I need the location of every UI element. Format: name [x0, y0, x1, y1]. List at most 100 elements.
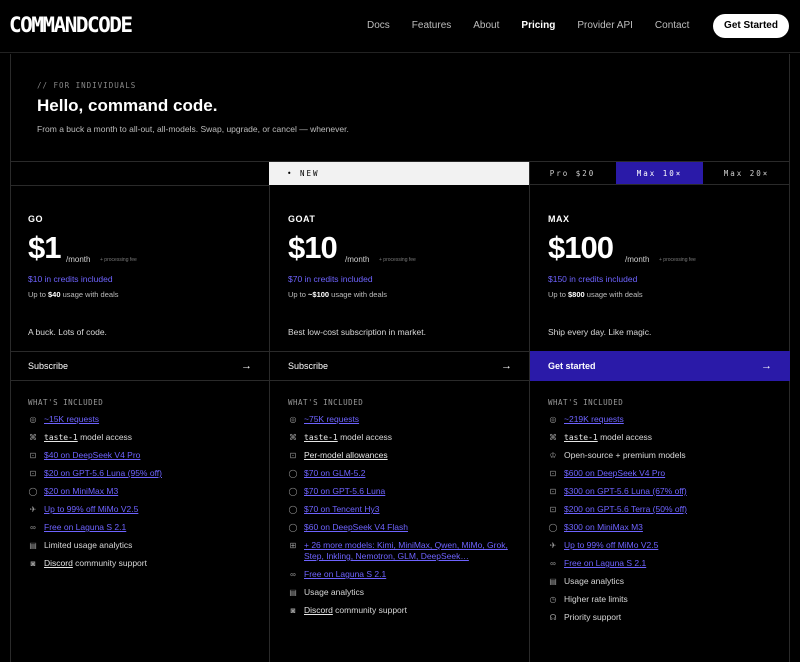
feature-list: ◎ ~219K requests ⌘ taste-1 model access ♔ Ope…: [548, 414, 780, 630]
feature-icon: ⊡: [549, 505, 557, 514]
plan-card-go: GO $1/month + processing fee $10 in credits…: [10, 186, 270, 662]
feature-item: ◙ Discord community support: [28, 558, 260, 569]
feature-text: Usage analytics: [304, 587, 365, 597]
feature-item: ∞ Free on Laguna S 2.1: [28, 522, 260, 533]
feature-item: ⌘ taste-1 model access: [548, 432, 780, 443]
feature-item: ◎ ~219K requests: [548, 414, 780, 425]
feature-item: ⊡ $600 on DeepSeek V4 Pro: [548, 468, 780, 479]
feature-link[interactable]: Up to 99% off MiMo V2.5: [564, 540, 658, 550]
feature-link[interactable]: $20 on MiniMax M3: [44, 486, 118, 496]
plan-tagline: A buck. Lots of code.: [28, 327, 107, 337]
plan-name: MAX: [548, 214, 570, 224]
processing-fee-note: + processing fee: [100, 257, 137, 263]
logo[interactable]: COMMANDCODE: [9, 13, 133, 37]
feature-item: ⊡ $300 on GPT-5.6 Luna (67% off): [548, 486, 780, 497]
feature-item: ⊡ $200 on GPT-5.6 Terra (50% off): [548, 504, 780, 515]
feature-item: ▤ Usage analytics: [288, 587, 520, 598]
plan-name: GO: [28, 214, 44, 224]
feature-icon: ⌘: [289, 433, 297, 442]
feature-link[interactable]: + 26 more models: Kimi, MiniMax, Qwen, M…: [304, 540, 508, 561]
credits-included: $150 in credits included: [548, 274, 638, 284]
feature-link[interactable]: $600 on DeepSeek V4 Pro: [564, 468, 665, 478]
feature-link[interactable]: Up to 99% off MiMo V2.5: [44, 504, 138, 514]
feature-link[interactable]: ~219K requests: [564, 414, 624, 424]
feature-link[interactable]: Discord: [44, 558, 73, 568]
feature-link[interactable]: $40 on DeepSeek V4 Pro: [44, 450, 140, 460]
feature-icon: ▤: [549, 577, 557, 586]
feature-icon: ∞: [550, 559, 556, 568]
feature-icon: ✈: [549, 541, 557, 550]
feature-icon: ⊞: [289, 541, 297, 550]
feature-item: ⊡ Per-model allowances: [288, 450, 520, 461]
nav-link-features[interactable]: Features: [412, 19, 451, 33]
feature-link[interactable]: Free on Laguna S 2.1: [304, 569, 386, 579]
tier-option-max-10[interactable]: Max 10×: [616, 162, 703, 184]
new-badge: • NEW: [269, 162, 529, 185]
feature-text: model access: [597, 432, 653, 442]
feature-list: ◎ ~75K requests ⌘ taste-1 model access ⊡ Per-…: [288, 414, 520, 623]
get-started-button[interactable]: Get Started: [713, 14, 789, 38]
feature-link[interactable]: $70 on GPT-5.6 Luna: [304, 486, 385, 496]
feature-link[interactable]: $70 on GLM-5.2: [304, 468, 365, 478]
feature-icon: ∞: [30, 523, 36, 532]
feature-link[interactable]: $200 on GPT-5.6 Terra (50% off): [564, 504, 687, 514]
price-period: /month: [625, 255, 650, 264]
feature-icon: ◙: [30, 559, 36, 568]
feature-item: ◷ Higher rate limits: [548, 594, 780, 605]
tier-option-pro-20[interactable]: Pro $20: [529, 162, 616, 184]
feature-text: model access: [337, 432, 393, 442]
feature-link[interactable]: Free on Laguna S 2.1: [564, 558, 646, 568]
feature-text: community support: [332, 605, 407, 615]
model-name-link[interactable]: taste-1: [564, 433, 598, 442]
page-subtitle: From a buck a month to all-out, all-mode…: [37, 124, 349, 134]
feature-icon: ⊡: [549, 487, 557, 496]
nav-link-about[interactable]: About: [473, 19, 499, 33]
feature-link[interactable]: $20 on GPT-5.6 Luna (95% off): [44, 468, 162, 478]
feature-icon: ◙: [290, 606, 296, 615]
feature-item: ♔ Open-source + premium models: [548, 450, 780, 461]
feature-icon: ▤: [29, 541, 37, 550]
credits-included: $70 in credits included: [288, 274, 373, 284]
feature-link[interactable]: Free on Laguna S 2.1: [44, 522, 126, 532]
model-name-link[interactable]: taste-1: [304, 433, 338, 442]
feature-icon: ⊡: [29, 451, 37, 460]
usage-suffix: usage with deals: [584, 290, 643, 299]
feature-link[interactable]: ~15K requests: [44, 414, 99, 424]
tier-option-max-20[interactable]: Max 20×: [703, 162, 790, 184]
feature-link[interactable]: Discord: [304, 605, 333, 615]
usage-suffix: usage with deals: [60, 290, 119, 299]
model-name-link[interactable]: taste-1: [44, 433, 78, 442]
get-started-plan-button[interactable]: Get started →: [530, 351, 790, 381]
usage-prefix: Up to: [28, 290, 49, 299]
feature-icon: ◯: [548, 523, 558, 532]
subscribe-button[interactable]: Subscribe →: [270, 351, 530, 381]
feature-item: ▤ Limited usage analytics: [28, 540, 260, 551]
feature-item: ∞ Free on Laguna S 2.1: [288, 569, 520, 580]
nav-link-contact[interactable]: Contact: [655, 19, 689, 33]
feature-link[interactable]: ~75K requests: [304, 414, 359, 424]
plan-tagline: Ship every day. Like magic.: [548, 327, 652, 337]
subscribe-button[interactable]: Subscribe →: [10, 351, 270, 381]
feature-link[interactable]: $70 on Tencent Hy3: [304, 504, 379, 514]
feature-text: Priority support: [564, 612, 622, 622]
nav-link-docs[interactable]: Docs: [367, 19, 390, 33]
plan-card-max: MAX $100/month + processing fee $150 in cre…: [530, 186, 790, 662]
feature-item: ✈ Up to 99% off MiMo V2.5: [548, 540, 780, 551]
top-nav: COMMANDCODE Docs Features About Pricing …: [0, 0, 800, 53]
nav-link-pricing[interactable]: Pricing: [521, 19, 555, 33]
plan-price: $1: [28, 230, 61, 265]
usage-note: Up to ~$100 usage with deals: [288, 290, 387, 299]
feature-icon: ◯: [288, 505, 298, 514]
feature-link[interactable]: $300 on MiniMax M3: [564, 522, 643, 532]
price-period: /month: [345, 255, 370, 264]
feature-link[interactable]: $60 on DeepSeek V4 Flash: [304, 522, 408, 532]
feature-icon: ◯: [288, 469, 298, 478]
feature-icon: ∞: [290, 570, 296, 579]
feature-item: ⌘ taste-1 model access: [288, 432, 520, 443]
credits-included: $10 in credits included: [28, 274, 113, 284]
feature-item: ◯ $70 on GPT-5.6 Luna: [288, 486, 520, 497]
feature-link[interactable]: $300 on GPT-5.6 Luna (67% off): [564, 486, 687, 496]
usage-note: Up to $40 usage with deals: [28, 290, 118, 299]
feature-link[interactable]: Per-model allowances: [304, 450, 388, 460]
nav-link-provider-api[interactable]: Provider API: [577, 19, 633, 33]
